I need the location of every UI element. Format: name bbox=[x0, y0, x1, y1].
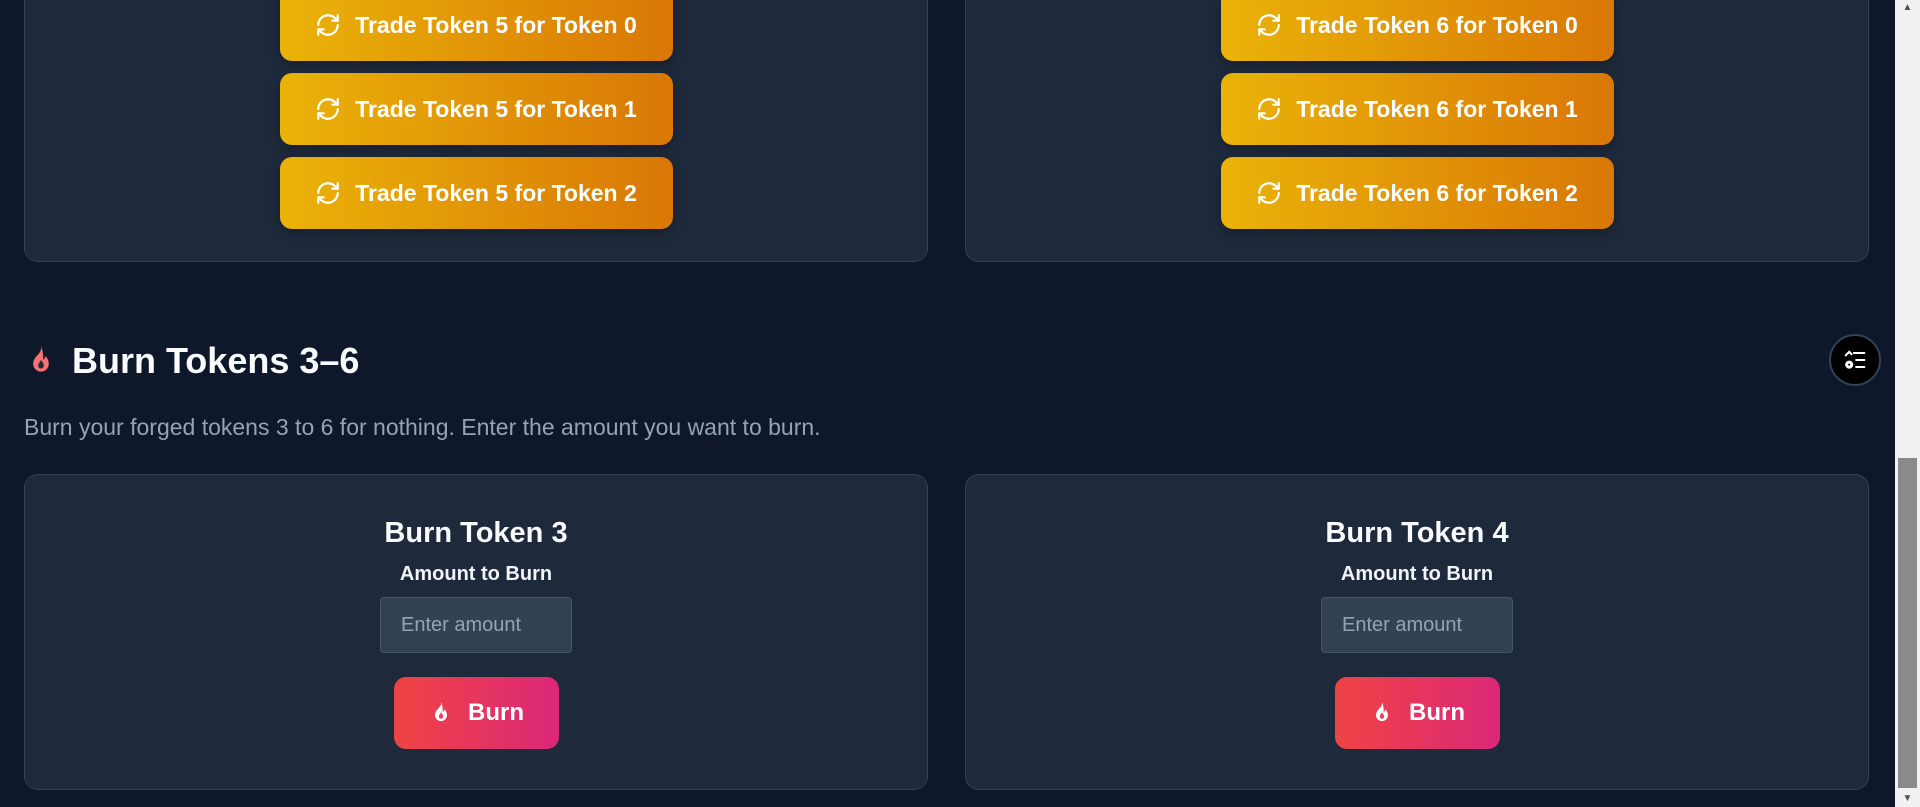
list-settings-icon bbox=[1844, 350, 1866, 369]
burn-button[interactable]: Burn bbox=[1334, 677, 1500, 749]
refresh-icon bbox=[317, 182, 340, 204]
refresh-icon bbox=[1258, 182, 1281, 204]
trade-button-label: Trade Token 6 for Token 0 bbox=[1296, 11, 1578, 38]
burn-button[interactable]: Burn bbox=[393, 677, 559, 749]
refresh-icon bbox=[1258, 14, 1281, 36]
vertical-scrollbar[interactable]: ▲ ▼ bbox=[1895, 0, 1920, 807]
refresh-icon bbox=[1258, 98, 1281, 120]
burn-button-label: Burn bbox=[1409, 699, 1465, 726]
scroll-down-arrow-icon[interactable]: ▼ bbox=[1895, 791, 1920, 807]
trade-6-for-0-button[interactable]: Trade Token 6 for Token 0 bbox=[1220, 0, 1614, 61]
trade-5-for-0-button[interactable]: Trade Token 5 for Token 0 bbox=[279, 0, 673, 61]
main-content: Trade Token 5 for Token 0 Trade Token 5 … bbox=[24, 0, 1870, 790]
refresh-icon bbox=[317, 98, 340, 120]
trade-grid: Trade Token 5 for Token 0 Trade Token 5 … bbox=[24, 0, 1870, 262]
refresh-icon bbox=[317, 14, 340, 36]
burn-card-title: Burn Token 3 bbox=[384, 517, 568, 549]
flame-icon bbox=[1376, 701, 1388, 722]
floating-menu-button[interactable] bbox=[1829, 334, 1881, 386]
trade-button-label: Trade Token 5 for Token 2 bbox=[355, 179, 637, 206]
trade-button-label: Trade Token 5 for Token 0 bbox=[355, 11, 637, 38]
burn-section-header: Burn Tokens 3–6 bbox=[24, 340, 1870, 382]
amount-label: Amount to Burn bbox=[1340, 563, 1494, 585]
burn-card-title: Burn Token 4 bbox=[1325, 517, 1509, 549]
scrollbar-thumb[interactable] bbox=[1898, 458, 1917, 788]
trade-5-for-2-button[interactable]: Trade Token 5 for Token 2 bbox=[279, 157, 673, 229]
trade-button-label: Trade Token 6 for Token 1 bbox=[1296, 95, 1578, 122]
scroll-up-arrow-icon[interactable]: ▲ bbox=[1895, 0, 1920, 16]
trade-button-label: Trade Token 5 for Token 1 bbox=[355, 95, 637, 122]
flame-icon bbox=[24, 344, 58, 378]
burn-button-label: Burn bbox=[468, 699, 524, 726]
burn-amount-input[interactable] bbox=[380, 597, 572, 653]
page-viewport: Trade Token 5 for Token 0 Trade Token 5 … bbox=[0, 0, 1895, 807]
trade-card-token-5: Trade Token 5 for Token 0 Trade Token 5 … bbox=[24, 0, 928, 262]
burn-amount-input[interactable] bbox=[1321, 597, 1513, 653]
trade-5-for-1-button[interactable]: Trade Token 5 for Token 1 bbox=[279, 73, 673, 145]
trade-6-for-1-button[interactable]: Trade Token 6 for Token 1 bbox=[1220, 73, 1614, 145]
trade-button-label: Trade Token 6 for Token 2 bbox=[1296, 179, 1578, 206]
burn-section-title: Burn Tokens 3–6 bbox=[72, 340, 360, 381]
burn-card-token-3: Burn Token 3 Amount to Burn Burn bbox=[24, 474, 928, 790]
trade-card-token-6: Trade Token 6 for Token 0 Trade Token 6 … bbox=[965, 0, 1869, 262]
burn-section-description: Burn your forged tokens 3 to 6 for nothi… bbox=[24, 414, 821, 440]
flame-icon bbox=[435, 701, 447, 722]
trade-6-for-2-button[interactable]: Trade Token 6 for Token 2 bbox=[1220, 157, 1614, 229]
burn-grid: Burn Token 3 Amount to Burn Burn Burn To… bbox=[24, 474, 1870, 790]
amount-label: Amount to Burn bbox=[399, 563, 553, 585]
burn-card-token-4: Burn Token 4 Amount to Burn Burn bbox=[965, 474, 1869, 790]
